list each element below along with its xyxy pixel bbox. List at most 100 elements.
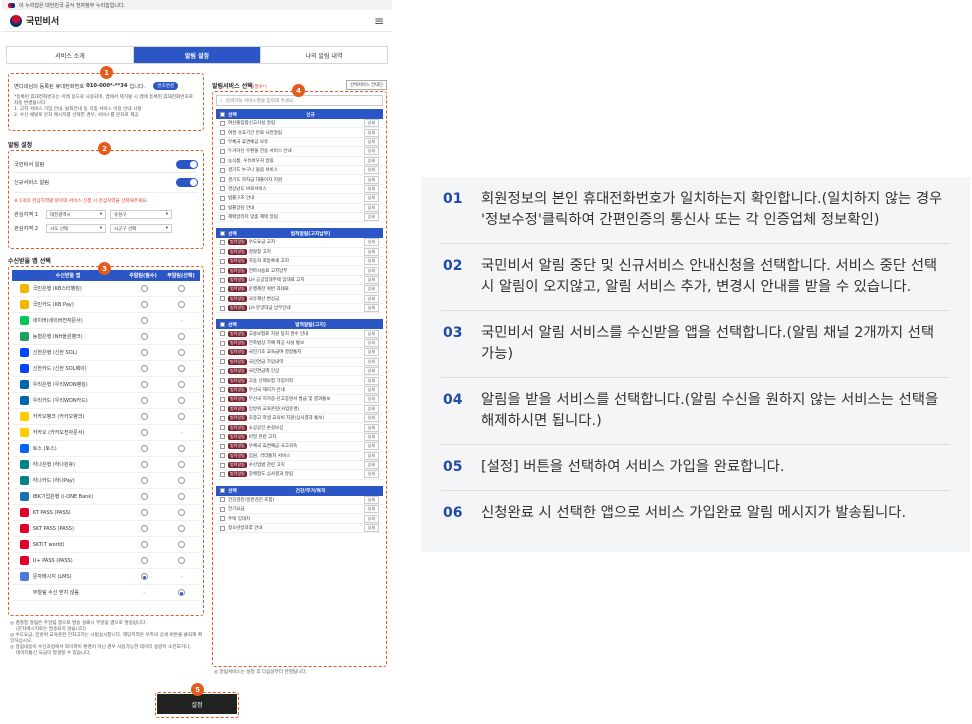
sido-select-1[interactable]: 대전광역시 ▾ <box>46 210 106 219</box>
primary-radio[interactable] <box>140 509 148 516</box>
secondary-radio[interactable] <box>177 349 185 356</box>
svc-detail-button[interactable]: 상세 <box>363 376 379 385</box>
svc-detail-button[interactable]: 상세 <box>363 257 379 266</box>
tab-alarm-settings[interactable]: 알림 설정 <box>134 47 261 63</box>
secondary-radio[interactable] <box>177 413 185 420</box>
svc-detail-button[interactable]: 상세 <box>363 385 379 394</box>
svc-checkbox[interactable] <box>220 148 225 154</box>
svc-detail-button[interactable]: 상세 <box>363 329 379 338</box>
svc-checkbox[interactable] <box>220 359 225 365</box>
svc-checkbox[interactable] <box>220 506 225 512</box>
svc-checkbox[interactable] <box>220 205 225 211</box>
national-secretary-alarm-toggle[interactable] <box>176 160 198 169</box>
svc-detail-button[interactable]: 상세 <box>363 432 379 441</box>
primary-radio[interactable] <box>140 557 148 564</box>
svc-detail-button[interactable]: 상세 <box>363 119 379 128</box>
svc-checkbox[interactable] <box>220 139 225 145</box>
svc-detail-button[interactable]: 상세 <box>363 505 379 514</box>
primary-radio[interactable] <box>140 493 148 500</box>
svc-detail-button[interactable]: 상세 <box>363 147 379 156</box>
primary-radio[interactable] <box>140 541 148 548</box>
sigungu-select-1[interactable]: 유성구 ▾ <box>110 210 172 219</box>
sigungu-select-2[interactable]: 시군구 선택 ▾ <box>110 224 172 233</box>
change-number-button[interactable]: 번호변경 <box>153 82 178 90</box>
svc-checkbox[interactable] <box>220 331 225 337</box>
svc-detail-button[interactable]: 상세 <box>363 414 379 423</box>
secondary-radio[interactable] <box>177 461 185 468</box>
svc-checkbox[interactable] <box>220 186 225 192</box>
primary-radio[interactable] <box>140 333 148 340</box>
svc-checkbox[interactable] <box>220 120 225 126</box>
svc-detail-button[interactable]: 상세 <box>363 166 379 175</box>
primary-radio[interactable] <box>140 285 148 292</box>
primary-radio[interactable] <box>140 429 148 436</box>
svc-detail-button[interactable]: 상세 <box>363 442 379 451</box>
svc-checkbox[interactable] <box>220 195 225 201</box>
svc-detail-button[interactable]: 상세 <box>363 304 379 313</box>
secondary-radio[interactable] <box>177 397 185 404</box>
primary-radio[interactable] <box>140 477 148 484</box>
svc-detail-button[interactable]: 상세 <box>363 247 379 256</box>
sido-select-2[interactable]: 시도 선택 ▾ <box>46 224 106 233</box>
secondary-radio[interactable] <box>177 477 185 484</box>
secondary-radio[interactable] <box>177 381 185 388</box>
secondary-radio[interactable] <box>177 365 185 372</box>
svc-checkbox[interactable] <box>220 214 225 220</box>
svc-checkbox[interactable] <box>220 268 225 274</box>
tab-my-alarm-history[interactable]: 나의 알림 내역 <box>261 47 387 63</box>
svc-checkbox[interactable] <box>220 177 225 183</box>
secondary-radio[interactable] <box>177 541 185 548</box>
primary-radio[interactable] <box>140 381 148 388</box>
hamburger-menu-icon[interactable]: ≡ <box>374 15 384 27</box>
svc-detail-button[interactable]: 상세 <box>363 238 379 247</box>
primary-radio[interactable] <box>140 317 148 324</box>
svc-detail-button[interactable]: 상세 <box>363 285 379 294</box>
secondary-radio[interactable] <box>177 589 185 596</box>
svc-checkbox[interactable] <box>220 340 225 346</box>
svc-detail-button[interactable]: 상세 <box>363 404 379 413</box>
select-all-checkbox[interactable] <box>220 111 225 117</box>
svc-checkbox[interactable] <box>220 158 225 164</box>
logo[interactable]: 국민비서 <box>10 14 59 27</box>
svc-detail-button[interactable]: 상세 <box>363 276 379 285</box>
svc-checkbox[interactable] <box>220 378 225 384</box>
svc-detail-button[interactable]: 상세 <box>363 156 379 165</box>
svc-checkbox[interactable] <box>220 406 225 412</box>
svc-checkbox[interactable] <box>220 368 225 374</box>
new-service-alarm-toggle[interactable] <box>176 178 198 187</box>
secondary-radio[interactable] <box>177 557 185 564</box>
svc-checkbox[interactable] <box>220 415 225 421</box>
primary-radio[interactable] <box>140 573 148 580</box>
svc-detail-button[interactable]: 상세 <box>363 194 379 203</box>
primary-radio[interactable] <box>140 525 148 532</box>
svc-detail-button[interactable]: 상세 <box>363 395 379 404</box>
svc-guide-button[interactable]: 선택서비스 안내단 <box>346 80 387 90</box>
svc-detail-button[interactable]: 상세 <box>363 514 379 523</box>
svc-checkbox[interactable] <box>220 249 225 255</box>
svc-detail-button[interactable]: 상세 <box>363 175 379 184</box>
select-all-checkbox[interactable] <box>220 488 225 494</box>
svc-detail-button[interactable]: 상세 <box>363 128 379 137</box>
svc-checkbox[interactable] <box>220 239 225 245</box>
svc-checkbox[interactable] <box>220 453 225 459</box>
select-all-checkbox[interactable] <box>220 230 225 236</box>
svc-detail-button[interactable]: 상세 <box>363 495 379 504</box>
svc-checkbox[interactable] <box>220 396 225 402</box>
svc-detail-button[interactable]: 상세 <box>363 357 379 366</box>
svc-checkbox[interactable] <box>220 286 225 292</box>
secondary-radio[interactable] <box>177 509 185 516</box>
svc-checkbox[interactable] <box>220 525 225 531</box>
svc-checkbox[interactable] <box>220 167 225 173</box>
svc-checkbox[interactable] <box>220 387 225 393</box>
secondary-radio[interactable] <box>177 301 185 308</box>
primary-radio[interactable] <box>140 413 148 420</box>
tab-service-intro[interactable]: 서비스 소개 <box>7 47 134 63</box>
svc-checkbox[interactable] <box>220 425 225 431</box>
svc-detail-button[interactable]: 상세 <box>363 294 379 303</box>
secondary-radio[interactable] <box>177 445 185 452</box>
secondary-radio[interactable] <box>177 525 185 532</box>
set-button[interactable]: 설정 <box>157 694 237 714</box>
secondary-radio[interactable] <box>177 493 185 500</box>
primary-radio[interactable] <box>140 461 148 468</box>
svc-checkbox[interactable] <box>220 434 225 440</box>
